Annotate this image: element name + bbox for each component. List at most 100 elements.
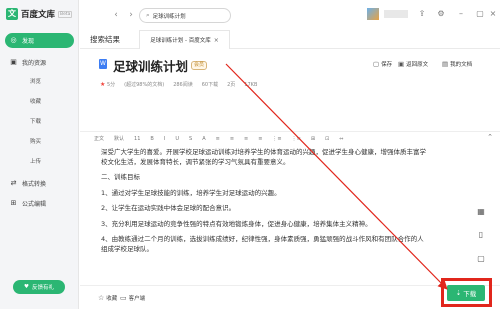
toolbar-item[interactable]: ≡	[258, 136, 262, 142]
compass-icon: ◎	[10, 36, 17, 44]
forward-button[interactable]: ›	[126, 10, 136, 20]
sidebar-item-upload[interactable]: 上传	[30, 157, 41, 165]
tab-label: 足球训练计划 - 百度文库	[150, 38, 211, 44]
app-logo[interactable]: 文 百度文库 Beta	[6, 8, 73, 20]
paragraph: 1、通过对学生足球技能的训练，培养学生对足球运动的兴趣。	[101, 188, 281, 197]
toolbar-item[interactable]: ⊞	[311, 136, 315, 142]
maximize-icon[interactable]: ▢	[475, 9, 485, 18]
chevron-left-icon: ‹	[114, 10, 118, 20]
divider	[80, 131, 500, 132]
premium-badge: 会员	[191, 61, 208, 70]
avatar[interactable]	[367, 8, 379, 20]
back-to-original-button[interactable]: ▣ 返回原文	[398, 60, 428, 68]
convert-icon: ⇄	[10, 179, 17, 187]
phone-icon[interactable]: ▯	[476, 230, 486, 240]
star-outline-icon: ☆	[98, 294, 105, 302]
toolbar-item[interactable]: ≡	[216, 136, 220, 142]
logo-icon: 文	[6, 8, 18, 20]
favorite-label: 收藏	[106, 296, 118, 302]
search-input[interactable]: ⌕ 足球训练计划	[139, 8, 231, 23]
download-highlight-box	[441, 278, 492, 307]
word-doc-icon: W	[99, 59, 107, 69]
sidebar-item-favorites[interactable]: 收藏	[30, 97, 41, 105]
paragraph: 3、充分利用足球运动的竞争性强的特点有效地锻炼身体，促进身心健康，培养集体主义精…	[101, 219, 372, 228]
downloads-count: 60下载	[201, 82, 219, 88]
client-label: 客户端	[128, 296, 146, 302]
back-button[interactable]: ‹	[111, 10, 121, 20]
app-name: 百度文库	[21, 10, 56, 20]
paragraph: 4、由教练通过二个月的训练，选拔训练成绩好，纪律性强，身体素质强，勇猛顽强的战斗…	[101, 235, 424, 243]
toolbar-item[interactable]: B	[150, 136, 153, 142]
settings-icon[interactable]: ⚙	[436, 9, 446, 18]
toolbar-item[interactable]: ⋮≡	[292, 136, 301, 142]
close-tab-icon[interactable]: ×	[214, 37, 219, 44]
file-size: 17KB	[244, 81, 258, 88]
sidebar-item-format-convert[interactable]: ⇄ 格式转换	[5, 176, 74, 191]
tab-bar: 搜索结果 足球训练计划 - 百度文库 ×	[80, 30, 500, 49]
toolbar-item[interactable]: 默认	[114, 135, 124, 142]
scroll-top-icon[interactable]: ⌃	[484, 131, 496, 143]
views-count: 286阅读	[173, 82, 193, 88]
my-docs-button[interactable]: ▤ 我的文档	[442, 60, 472, 68]
toolbar-item[interactable]: I	[164, 136, 165, 142]
client-button[interactable]: ▭ 客户端	[120, 294, 145, 302]
sidebar-item-discover[interactable]: ◎ 发现	[5, 33, 74, 48]
upload-icon[interactable]: ⇪	[417, 9, 427, 18]
my-docs-label: 我的文档	[450, 62, 473, 68]
tab-document[interactable]: 足球训练计划 - 百度文库 ×	[139, 30, 230, 49]
paragraph: 2、让学生在运动实践中体会足球的配合意识。	[101, 204, 236, 212]
feedback-button[interactable]: ♥ 反馈有礼	[13, 280, 65, 294]
save-label: 保存	[381, 62, 393, 68]
doc-meta: ★ 5分 (超过98%的文档) 286阅读 60下载 2页 17KB	[100, 81, 257, 88]
rating: ★ 5分	[100, 81, 115, 88]
pages-count: 2页	[227, 82, 236, 88]
toolbar-item[interactable]: 正文	[94, 135, 104, 142]
toolbar-item[interactable]: U	[175, 136, 179, 142]
sidebar-item-browse[interactable]: 浏览	[30, 77, 41, 85]
sidebar: 文 百度文库 Beta ◎ 发现 ▣ 我的资源 浏览 收藏 下载 购买 上传 ⇄…	[0, 0, 79, 309]
sidebar-item-purchases[interactable]: 购买	[30, 137, 41, 145]
paragraph: 组成学校足球队。	[101, 244, 153, 253]
gift-icon: ♥	[24, 284, 29, 290]
folder-icon: ▣	[10, 58, 17, 66]
folder-icon: ▤	[442, 60, 449, 68]
paragraph: 深受广大学生的喜爱。开展学校足球运动训练对培养学生的体育运动的兴趣，促进学生身心…	[101, 148, 426, 156]
toolbar-item[interactable]: A	[202, 136, 205, 142]
sidebar-item-my-resources[interactable]: ▣ 我的资源	[5, 55, 74, 70]
sidebar-item-downloads[interactable]: 下载	[30, 117, 41, 125]
page-title: 足球训练计划	[113, 59, 189, 74]
toolbar-item[interactable]: ⋮≡	[272, 136, 281, 142]
sidebar-item-label: 公式编辑	[22, 201, 47, 208]
toolbar-item[interactable]: S	[189, 136, 192, 142]
paragraph: 校文化生活，发展体育特长，调节紧张的学习气氛具有重要意义。	[101, 157, 290, 166]
chat-icon[interactable]: ▢	[476, 254, 486, 264]
tab-search-results[interactable]: 搜索结果	[90, 34, 120, 45]
document-body: 深受广大学生的喜爱。开展学校足球运动训练对培养学生的体育运动的兴趣，促进学生身心…	[101, 148, 471, 260]
search-icon: ⌕	[146, 11, 150, 19]
minimize-icon[interactable]: –	[456, 9, 466, 18]
favorite-button[interactable]: ☆ 收藏	[98, 294, 117, 302]
close-icon[interactable]: ×	[488, 9, 498, 18]
return-icon: ▣	[398, 60, 405, 68]
save-button[interactable]: ▢ 保存	[373, 60, 392, 68]
briefcase-icon[interactable]: ▦	[476, 207, 486, 217]
toolbar-item[interactable]: ⊡	[325, 136, 329, 142]
search-value: 足球训练计划	[152, 13, 186, 20]
toolbar-item[interactable]: ≡	[244, 136, 248, 142]
rating-value: 5分	[106, 82, 116, 88]
feedback-label: 反馈有礼	[31, 285, 54, 291]
bottom-bar: ☆ 收藏 ▭ 客户端	[80, 285, 500, 309]
back-to-original-label: 返回原文	[406, 62, 429, 68]
beta-badge: Beta	[58, 10, 73, 18]
user-name[interactable]	[384, 10, 408, 18]
toolbar-item[interactable]: ⇔	[339, 136, 343, 142]
rating-note: (超过98%的文档)	[124, 82, 165, 88]
sidebar-item-label: 格式转换	[22, 181, 47, 188]
format-toolbar: 正文 默认 11 B I U S A ≡ ≡ ≡ ≡ ⋮≡ ⋮≡ ⊞ ⊡ ⇔	[94, 135, 343, 143]
sidebar-item-label: 我的资源	[22, 60, 47, 67]
formula-icon: ⊞	[10, 199, 17, 207]
desktop-icon: ▭	[120, 294, 127, 302]
toolbar-item[interactable]: ≡	[230, 136, 234, 142]
sidebar-item-formula-edit[interactable]: ⊞ 公式编辑	[5, 196, 74, 211]
toolbar-item[interactable]: 11	[134, 136, 140, 142]
